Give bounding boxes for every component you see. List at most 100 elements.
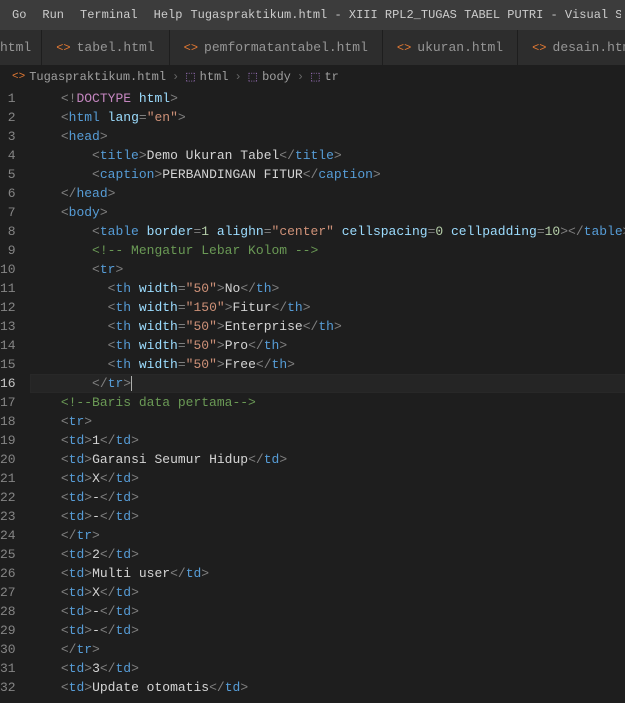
html-icon: <> [12, 71, 25, 83]
menu-help[interactable]: Help [146, 4, 191, 26]
code-line[interactable]: <!--Baris data pertama--> [30, 393, 625, 412]
line-number: 25 [0, 545, 16, 564]
code-line[interactable]: </tr> [30, 640, 625, 659]
code-line[interactable]: <table border=1 alighn="center" cellspac… [30, 222, 625, 241]
code-line[interactable]: </tr> [30, 374, 625, 393]
line-number: 29 [0, 621, 16, 640]
code-line[interactable]: <body> [30, 203, 625, 222]
code-line[interactable]: <td>Multi user</td> [30, 564, 625, 583]
breadcrumb[interactable]: <> Tugaspraktikum.html › ⬚ html › ⬚ body… [0, 65, 625, 89]
breadcrumb-file[interactable]: Tugaspraktikum.html [29, 70, 166, 84]
code-line[interactable]: <tr> [30, 412, 625, 431]
tab-label: html [0, 40, 31, 55]
code-line[interactable]: <th width="50">Free</th> [30, 355, 625, 374]
menu-go[interactable]: Go [4, 4, 34, 26]
line-number: 9 [0, 241, 16, 260]
line-number: 31 [0, 659, 16, 678]
code-line[interactable]: <td>-</td> [30, 488, 625, 507]
tab-label: ukuran.html [417, 40, 503, 55]
code-line[interactable]: <th width="50">Enterprise</th> [30, 317, 625, 336]
line-number-gutter: 1234567891011121314151617181920212223242… [0, 89, 30, 697]
line-number: 6 [0, 184, 16, 203]
line-number: 8 [0, 222, 16, 241]
html-icon: <> [184, 41, 198, 55]
line-number: 23 [0, 507, 16, 526]
line-number: 19 [0, 431, 16, 450]
code-line[interactable]: <td>Update otomatis</td> [30, 678, 625, 697]
code-line[interactable]: </head> [30, 184, 625, 203]
line-number: 13 [0, 317, 16, 336]
tab-label: tabel.html [77, 40, 155, 55]
code-line[interactable]: <td>2</td> [30, 545, 625, 564]
code-line[interactable]: <th width="50">Pro</th> [30, 336, 625, 355]
line-number: 30 [0, 640, 16, 659]
line-number: 32 [0, 678, 16, 697]
line-number: 18 [0, 412, 16, 431]
line-number: 4 [0, 146, 16, 165]
text-cursor [131, 376, 132, 391]
line-number: 20 [0, 450, 16, 469]
line-number: 14 [0, 336, 16, 355]
breadcrumb-part[interactable]: tr [324, 70, 338, 84]
chevron-right-icon: › [172, 70, 179, 84]
line-number: 22 [0, 488, 16, 507]
html-icon: <> [532, 41, 546, 55]
code-line[interactable]: <td>3</td> [30, 659, 625, 678]
code-line[interactable]: <tr> [30, 260, 625, 279]
editor-tab-bar: html <> tabel.html <> pemformatantabel.h… [0, 30, 625, 65]
html-icon: <> [56, 41, 70, 55]
line-number: 2 [0, 108, 16, 127]
code-line[interactable]: <td>-</td> [30, 602, 625, 621]
line-number: 24 [0, 526, 16, 545]
code-line[interactable]: <title>Demo Ukuran Tabel</title> [30, 146, 625, 165]
code-content[interactable]: <!DOCTYPE html> <html lang="en"> <head> … [30, 89, 625, 697]
code-line[interactable]: <!-- Mengatur Lebar Kolom --> [30, 241, 625, 260]
line-number: 15 [0, 355, 16, 374]
code-line[interactable]: <td>X</td> [30, 583, 625, 602]
code-line[interactable]: <html lang="en"> [30, 108, 625, 127]
menu-run[interactable]: Run [34, 4, 72, 26]
code-line[interactable]: <td>-</td> [30, 621, 625, 640]
tab-desain[interactable]: <> desain.html [518, 30, 625, 65]
code-line[interactable]: <td>X</td> [30, 469, 625, 488]
line-number: 10 [0, 260, 16, 279]
symbol-icon: ⬚ [248, 70, 258, 84]
code-line[interactable]: <caption>PERBANDINGAN FITUR</caption> [30, 165, 625, 184]
tab-pemformatantabel[interactable]: <> pemformatantabel.html [170, 30, 383, 65]
symbol-icon: ⬚ [185, 70, 195, 84]
breadcrumb-part[interactable]: body [262, 70, 291, 84]
line-number: 11 [0, 279, 16, 298]
line-number: 5 [0, 165, 16, 184]
code-line[interactable]: <!DOCTYPE html> [30, 89, 625, 108]
code-editor[interactable]: 1234567891011121314151617181920212223242… [0, 89, 625, 697]
menu-bar: Go Run Terminal Help Tugaspraktikum.html… [0, 0, 625, 30]
line-number: 17 [0, 393, 16, 412]
code-line[interactable]: </tr> [30, 526, 625, 545]
code-line[interactable]: <th width="50">No</th> [30, 279, 625, 298]
html-icon: <> [397, 41, 411, 55]
line-number: 21 [0, 469, 16, 488]
line-number: 26 [0, 564, 16, 583]
code-line[interactable]: <td>-</td> [30, 507, 625, 526]
code-line[interactable]: <th width="150">Fitur</th> [30, 298, 625, 317]
line-number: 12 [0, 298, 16, 317]
tab-label: desain.html [553, 40, 625, 55]
breadcrumb-part[interactable]: html [200, 70, 229, 84]
symbol-icon: ⬚ [310, 70, 320, 84]
tab-html[interactable]: html [0, 30, 42, 65]
line-number: 16 [0, 374, 16, 393]
code-line[interactable]: <td>1</td> [30, 431, 625, 450]
tab-tabel[interactable]: <> tabel.html [42, 30, 169, 65]
line-number: 27 [0, 583, 16, 602]
line-number: 3 [0, 127, 16, 146]
tab-ukuran[interactable]: <> ukuran.html [383, 30, 518, 65]
line-number: 28 [0, 602, 16, 621]
menu-terminal[interactable]: Terminal [72, 4, 146, 26]
code-line[interactable]: <td>Garansi Seumur Hidup</td> [30, 450, 625, 469]
window-title: Tugaspraktikum.html - XIII RPL2_TUGAS TA… [190, 8, 621, 22]
chevron-right-icon: › [234, 70, 241, 84]
chevron-right-icon: › [297, 70, 304, 84]
tab-label: pemformatantabel.html [204, 40, 368, 55]
code-line[interactable]: <head> [30, 127, 625, 146]
line-number: 1 [0, 89, 16, 108]
